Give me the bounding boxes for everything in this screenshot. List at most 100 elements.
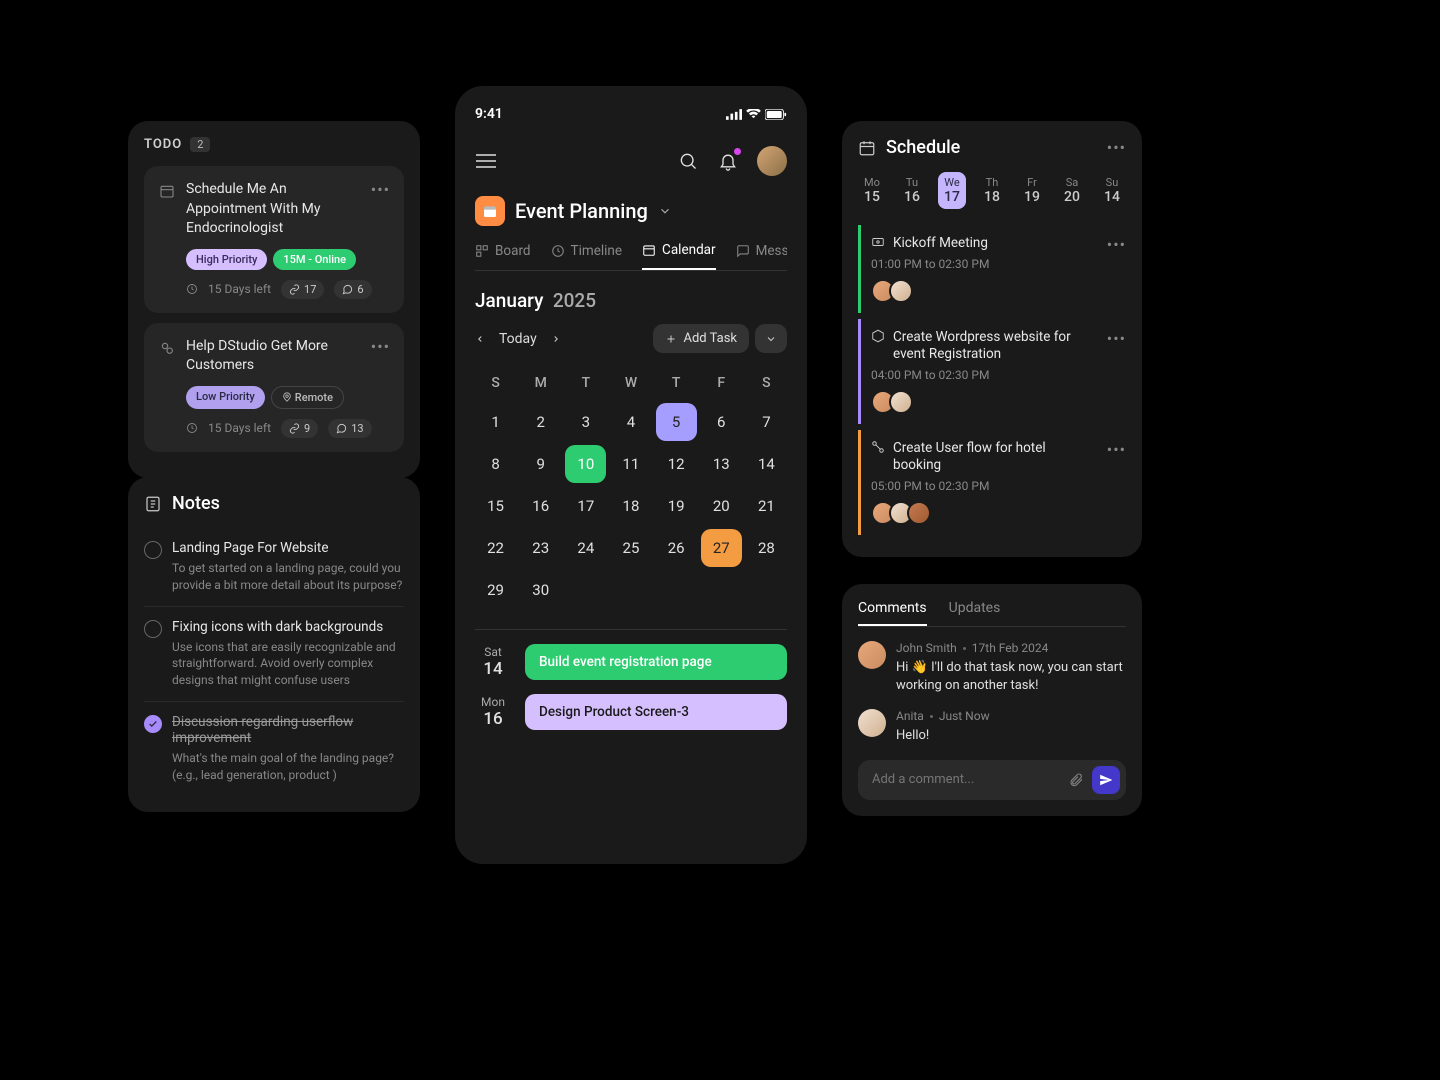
note-checkbox[interactable] xyxy=(144,715,162,733)
more-icon[interactable]: ••• xyxy=(1107,329,1126,414)
schedule-item-icon xyxy=(871,329,885,343)
cal-day[interactable]: 22 xyxy=(475,529,516,567)
week-day[interactable]: Su14 xyxy=(1098,172,1126,209)
schedule-item-icon xyxy=(871,440,885,454)
cal-day[interactable]: 12 xyxy=(656,445,697,483)
cal-day[interactable]: 1 xyxy=(475,403,516,441)
schedule-item[interactable]: Create User flow for hotel booking 05:00… xyxy=(858,430,1126,535)
cal-day[interactable]: 10 xyxy=(565,445,606,483)
cal-day[interactable]: 15 xyxy=(475,487,516,525)
cal-day[interactable]: 25 xyxy=(610,529,651,567)
cal-day[interactable] xyxy=(746,571,787,609)
links-count[interactable]: 17 xyxy=(281,280,324,299)
note-item[interactable]: Fixing icons with dark backgrounds Use i… xyxy=(144,607,404,702)
cal-day[interactable]: 9 xyxy=(520,445,561,483)
cal-day[interactable] xyxy=(610,571,651,609)
cal-day[interactable]: 14 xyxy=(746,445,787,483)
tab-messa[interactable]: Messa xyxy=(736,242,787,270)
cal-day[interactable]: 2 xyxy=(520,403,561,441)
cal-day[interactable]: 4 xyxy=(610,403,651,441)
cal-day[interactable]: 28 xyxy=(746,529,787,567)
note-checkbox[interactable] xyxy=(144,541,162,559)
cal-day[interactable] xyxy=(656,571,697,609)
cal-day[interactable] xyxy=(565,571,606,609)
cal-day[interactable]: 11 xyxy=(610,445,651,483)
avatar[interactable] xyxy=(889,390,913,414)
calendar-icon xyxy=(858,139,876,157)
event-bar[interactable]: Design Product Screen-3 xyxy=(525,694,787,730)
tab-updates[interactable]: Updates xyxy=(949,600,1001,626)
cal-day[interactable]: 21 xyxy=(746,487,787,525)
week-day[interactable]: Tu16 xyxy=(898,172,926,209)
schedule-more-icon[interactable]: ••• xyxy=(1107,138,1126,157)
attachment-icon[interactable] xyxy=(1068,772,1084,788)
cal-day[interactable]: 24 xyxy=(565,529,606,567)
cal-day[interactable]: 18 xyxy=(610,487,651,525)
avatar[interactable] xyxy=(889,279,913,303)
cal-day[interactable]: 6 xyxy=(701,403,742,441)
add-task-button[interactable]: Add Task xyxy=(653,324,749,353)
schedule-item[interactable]: Kickoff Meeting 01:00 PM to 02:30 PM ••• xyxy=(858,225,1126,313)
cal-day[interactable]: 27 xyxy=(701,529,742,567)
week-day[interactable]: Th18 xyxy=(978,172,1006,209)
schedule-item[interactable]: Create Wordpress website for event Regis… xyxy=(858,319,1126,424)
comments-count[interactable]: 13 xyxy=(328,419,371,438)
comment-text: Hello! xyxy=(896,727,1126,745)
plan-icon xyxy=(475,196,505,226)
cal-today[interactable]: Today xyxy=(499,331,537,347)
links-count[interactable]: 9 xyxy=(281,419,318,438)
avatar[interactable] xyxy=(858,709,886,737)
tab-comments[interactable]: Comments xyxy=(858,600,927,626)
send-button[interactable] xyxy=(1092,766,1120,794)
cal-event[interactable]: Mon16 Design Product Screen-3 xyxy=(475,694,787,730)
cal-day[interactable]: 23 xyxy=(520,529,561,567)
chevron-down-icon[interactable] xyxy=(658,204,672,218)
bell-icon[interactable] xyxy=(717,150,739,172)
cal-day[interactable]: 19 xyxy=(656,487,697,525)
status-time: 9:41 xyxy=(475,106,503,122)
comment-input[interactable] xyxy=(872,772,1060,787)
cal-day[interactable]: 29 xyxy=(475,571,516,609)
cal-day[interactable] xyxy=(701,571,742,609)
add-task-dropdown[interactable] xyxy=(755,324,787,353)
week-day[interactable]: Mo15 xyxy=(858,172,886,209)
cal-day[interactable]: 7 xyxy=(746,403,787,441)
cal-next-icon[interactable] xyxy=(551,332,561,346)
week-day[interactable]: Sa20 xyxy=(1058,172,1086,209)
cal-event[interactable]: Sat14 Build event registration page xyxy=(475,644,787,680)
cal-day-header: M xyxy=(520,367,561,399)
note-item[interactable]: Discussion regarding userflow improvemen… xyxy=(144,702,404,796)
more-icon[interactable]: ••• xyxy=(1107,235,1126,303)
note-item[interactable]: Landing Page For Website To get started … xyxy=(144,528,404,607)
comments-count[interactable]: 6 xyxy=(334,280,371,299)
avatar[interactable] xyxy=(907,501,931,525)
cal-day[interactable]: 3 xyxy=(565,403,606,441)
notes-title: Notes xyxy=(172,493,220,514)
tab-calendar[interactable]: Calendar xyxy=(642,242,716,270)
week-day[interactable]: Fr19 xyxy=(1018,172,1046,209)
cal-day[interactable]: 30 xyxy=(520,571,561,609)
cal-day[interactable]: 5 xyxy=(656,403,697,441)
cal-prev-icon[interactable] xyxy=(475,332,485,346)
cal-day[interactable]: 16 xyxy=(520,487,561,525)
more-icon[interactable]: ••• xyxy=(1107,440,1126,525)
event-bar[interactable]: Build event registration page xyxy=(525,644,787,680)
priority-tag: High Priority xyxy=(186,249,267,270)
search-icon[interactable] xyxy=(677,150,699,172)
tab-board[interactable]: Board xyxy=(475,242,531,270)
note-checkbox[interactable] xyxy=(144,620,162,638)
todo-item[interactable]: Schedule Me An Appointment With My Endoc… xyxy=(144,166,404,313)
cal-day[interactable]: 13 xyxy=(701,445,742,483)
avatar[interactable] xyxy=(757,146,787,176)
more-icon[interactable]: ••• xyxy=(371,337,390,356)
avatar[interactable] xyxy=(858,641,886,669)
todo-item[interactable]: Help DStudio Get More Customers ••• Low … xyxy=(144,323,404,452)
cal-day[interactable]: 8 xyxy=(475,445,516,483)
cal-day[interactable]: 26 xyxy=(656,529,697,567)
tab-timeline[interactable]: Timeline xyxy=(551,242,623,270)
more-icon[interactable]: ••• xyxy=(371,180,390,199)
week-day[interactable]: We17 xyxy=(938,172,966,209)
cal-day[interactable]: 20 xyxy=(701,487,742,525)
menu-icon[interactable] xyxy=(475,150,497,172)
cal-day[interactable]: 17 xyxy=(565,487,606,525)
